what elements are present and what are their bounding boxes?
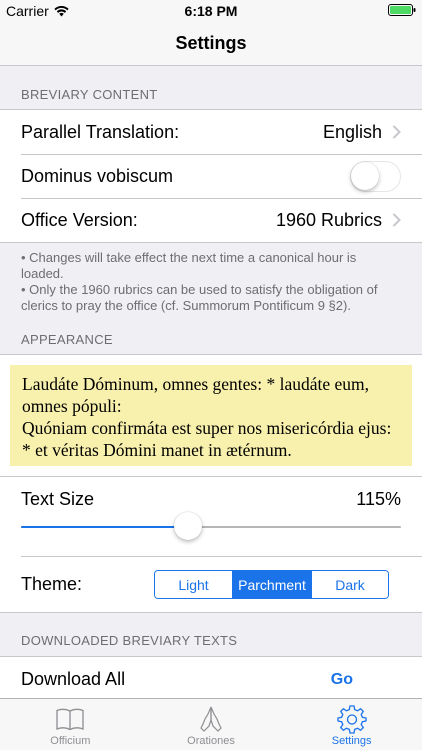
section-header-breviary-content: BREVIARY CONTENT bbox=[21, 87, 158, 102]
text-preview-row: Laudáte Dóminum, omnes gentes: * laudáte… bbox=[0, 354, 422, 477]
downloaded-group: Download All Go bbox=[0, 656, 422, 698]
parallel-translation-row[interactable]: Parallel Translation: English bbox=[0, 110, 422, 154]
office-version-value: 1960 Rubrics bbox=[275, 209, 382, 230]
theme-label: Theme: bbox=[21, 574, 83, 594]
dominus-vobiscum-toggle[interactable] bbox=[350, 160, 401, 192]
slider-fill bbox=[21, 526, 189, 528]
tab-label: Officium bbox=[50, 735, 91, 747]
download-all-go-button[interactable]: Go bbox=[331, 671, 353, 689]
text-size-row: Text Size 115% bbox=[0, 477, 422, 557]
preview-verse-2: Quóniam confirmáta est super nos miseric… bbox=[22, 418, 392, 460]
dominus-vobiscum-row: Dominus vobiscum bbox=[0, 154, 422, 198]
section-header-appearance: APPEARANCE bbox=[21, 332, 113, 347]
tab-officium[interactable]: Officium bbox=[0, 699, 141, 750]
footer-note-changes: • Changes will take effect the next time… bbox=[21, 250, 357, 281]
parallel-translation-label: Parallel Translation: bbox=[21, 121, 180, 142]
navigation-bar: Settings bbox=[0, 22, 422, 66]
praying-hands-icon bbox=[200, 706, 222, 732]
theme-option-light[interactable]: Light bbox=[155, 571, 232, 598]
tab-label: Settings bbox=[331, 735, 372, 747]
tab-settings[interactable]: Settings bbox=[281, 699, 422, 750]
breviary-content-group: Parallel Translation: English Dominus vo… bbox=[0, 109, 422, 243]
theme-row: Theme: Light Parchment Dark bbox=[0, 557, 422, 612]
parallel-translation-value: English bbox=[322, 121, 382, 142]
office-version-label: Office Version: bbox=[21, 209, 138, 230]
status-bar: Carrier 6:18 PM bbox=[0, 0, 422, 22]
text-size-slider[interactable] bbox=[21, 512, 401, 540]
text-preview: Laudáte Dóminum, omnes gentes: * laudáte… bbox=[10, 365, 412, 466]
status-right bbox=[388, 4, 416, 16]
tab-label: Orationes bbox=[187, 735, 235, 747]
section-header-downloaded-texts: DOWNLOADED BREVIARY TEXTS bbox=[0, 612, 422, 656]
download-all-label: Download All bbox=[21, 669, 126, 689]
gear-icon bbox=[337, 705, 367, 734]
slider-thumb[interactable] bbox=[174, 512, 203, 540]
preview-verse-1: Laudáte Dóminum, omnes gentes: * laudáte… bbox=[22, 374, 369, 416]
book-icon bbox=[56, 708, 84, 731]
theme-segmented-control[interactable]: Light Parchment Dark bbox=[154, 570, 389, 599]
tab-bar: Officium Orationes Settings bbox=[0, 698, 422, 750]
theme-option-dark[interactable]: Dark bbox=[311, 571, 388, 598]
page-title: Settings bbox=[175, 33, 247, 53]
status-time: 6:18 PM bbox=[184, 3, 238, 19]
text-size-value: 115% bbox=[356, 489, 401, 509]
battery-icon bbox=[388, 4, 416, 16]
toggle-knob bbox=[351, 161, 379, 190]
download-all-row: Download All Go bbox=[0, 657, 422, 698]
office-version-row[interactable]: Office Version: 1960 Rubrics bbox=[0, 198, 422, 242]
breviary-content-footer: • Changes will take effect the next time… bbox=[0, 243, 422, 326]
text-size-label: Text Size bbox=[21, 489, 95, 509]
theme-option-parchment[interactable]: Parchment bbox=[232, 571, 311, 598]
dominus-vobiscum-label: Dominus vobiscum bbox=[21, 165, 174, 186]
chevron-right-icon bbox=[392, 213, 401, 227]
chevron-right-icon bbox=[392, 125, 401, 139]
footer-note-rubrics: • Only the 1960 rubrics can be used to s… bbox=[21, 282, 378, 313]
settings-list[interactable]: BREVIARY CONTENT Parallel Translation: E… bbox=[0, 66, 422, 698]
tab-orationes[interactable]: Orationes bbox=[141, 699, 282, 750]
